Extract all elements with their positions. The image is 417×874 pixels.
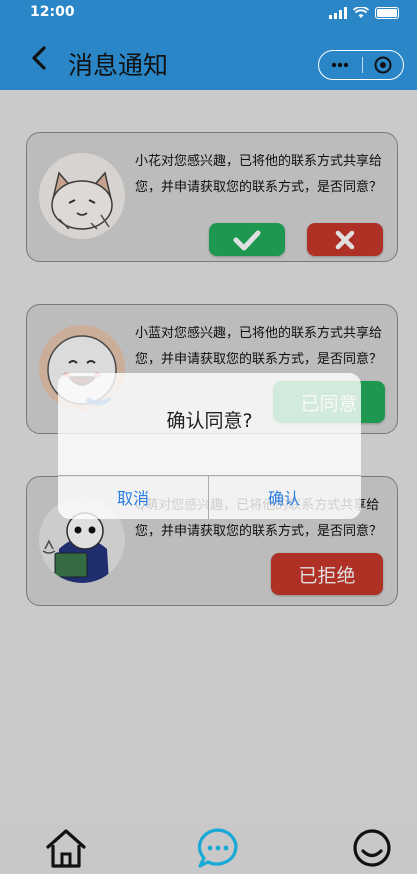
battery-icon (375, 7, 399, 19)
target-close-icon[interactable] (362, 51, 404, 79)
tab-bar (0, 822, 417, 874)
capsule-menu (318, 50, 404, 80)
back-icon[interactable] (24, 42, 56, 74)
cancel-button[interactable]: 取消 (58, 475, 208, 519)
more-dots-icon[interactable] (319, 51, 361, 79)
wifi-icon (353, 7, 369, 18)
status-icons (329, 6, 399, 20)
dialog-title: 确认同意? (166, 410, 253, 432)
status-bar: 12:00 (0, 0, 417, 26)
chat-icon[interactable] (194, 824, 242, 872)
home-icon[interactable] (42, 824, 90, 872)
signal-icon (329, 7, 347, 19)
page-title: 消息通知 (68, 51, 169, 80)
confirm-dialog: 确认同意? 取消 确认 (58, 373, 361, 519)
confirm-button[interactable]: 确认 (209, 475, 359, 519)
status-time: 12:00 (30, 4, 75, 20)
nav-bar: 消息通知 (0, 26, 417, 90)
smile-icon[interactable] (348, 824, 396, 872)
